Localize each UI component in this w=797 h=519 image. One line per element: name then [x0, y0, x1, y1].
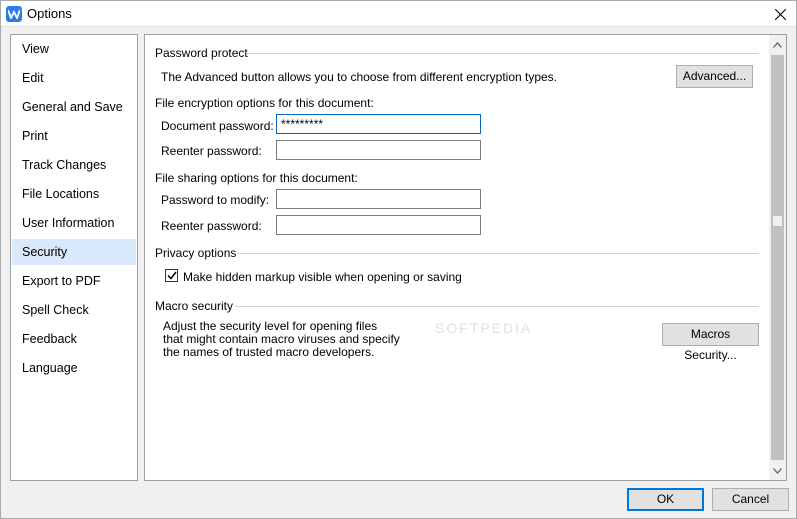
nav-item-file-locations[interactable]: File Locations	[12, 181, 136, 207]
ok-button[interactable]: OK	[627, 488, 704, 511]
advanced-button[interactable]: Advanced...	[676, 65, 753, 88]
macro-security-heading: Macro security	[155, 299, 234, 313]
privacy-heading: Privacy options	[155, 246, 237, 260]
group-divider	[237, 253, 759, 254]
nav-item-security[interactable]: Security	[12, 239, 136, 265]
nav-item-spell-check[interactable]: Spell Check	[12, 297, 136, 323]
watermark: SOFTPEDIA	[435, 320, 533, 336]
options-dialog: Options View Edit General and Save Print…	[0, 0, 797, 519]
password-to-modify-label: Password to modify:	[161, 193, 270, 207]
macros-security-button[interactable]: Macros Security...	[662, 323, 759, 362]
group-divider	[235, 306, 759, 307]
nav-item-track-changes[interactable]: Track Changes	[12, 152, 136, 178]
window-title: Options	[27, 6, 72, 21]
nav-item-user-information[interactable]: User Information	[12, 210, 136, 236]
app-logo-icon	[6, 6, 22, 22]
nav-item-print[interactable]: Print	[12, 123, 136, 149]
title-bar: Options	[1, 1, 796, 27]
hidden-markup-checkbox[interactable]	[165, 269, 178, 282]
advanced-description: The Advanced button allows you to choose…	[161, 70, 558, 84]
vertical-scrollbar[interactable]	[769, 35, 786, 480]
scroll-grip	[772, 215, 783, 227]
macro-description-line-2: that might contain macro viruses and spe…	[163, 332, 400, 346]
nav-item-language[interactable]: Language	[12, 355, 136, 381]
checkmark-icon	[167, 271, 177, 280]
scroll-up-button[interactable]	[769, 36, 786, 53]
close-icon	[774, 8, 786, 20]
chevron-down-icon	[773, 467, 782, 474]
nav-item-view[interactable]: View	[12, 36, 136, 62]
encryption-heading: File encryption options for this documen…	[155, 96, 374, 110]
macro-description-line-1: Adjust the security level for opening fi…	[163, 319, 378, 333]
document-password-input[interactable]	[276, 114, 481, 134]
hidden-markup-label[interactable]: Make hidden markup visible when opening …	[183, 270, 462, 284]
close-button[interactable]	[764, 1, 796, 27]
cancel-button[interactable]: Cancel	[712, 488, 789, 511]
reenter-modify-password-label: Reenter password:	[161, 219, 262, 233]
sharing-heading: File sharing options for this document:	[155, 171, 358, 185]
security-panel: Password protect The Advanced button all…	[144, 34, 787, 481]
reenter-password-label: Reenter password:	[161, 144, 262, 158]
category-list: View Edit General and Save Print Track C…	[10, 34, 138, 481]
password-to-modify-input[interactable]	[276, 189, 481, 209]
scroll-thumb[interactable]	[771, 55, 784, 460]
group-divider	[247, 53, 759, 54]
document-password-label: Document password:	[161, 119, 274, 133]
scroll-down-button[interactable]	[769, 462, 786, 479]
reenter-password-input[interactable]	[276, 140, 481, 160]
reenter-modify-password-input[interactable]	[276, 215, 481, 235]
macro-description-line-3: the names of trusted macro developers.	[163, 345, 375, 359]
nav-item-feedback[interactable]: Feedback	[12, 326, 136, 352]
chevron-up-icon	[773, 41, 782, 48]
password-protect-heading: Password protect	[155, 46, 248, 60]
nav-item-edit[interactable]: Edit	[12, 65, 136, 91]
nav-item-general-and-save[interactable]: General and Save	[12, 94, 136, 120]
nav-item-export-to-pdf[interactable]: Export to PDF	[12, 268, 136, 294]
